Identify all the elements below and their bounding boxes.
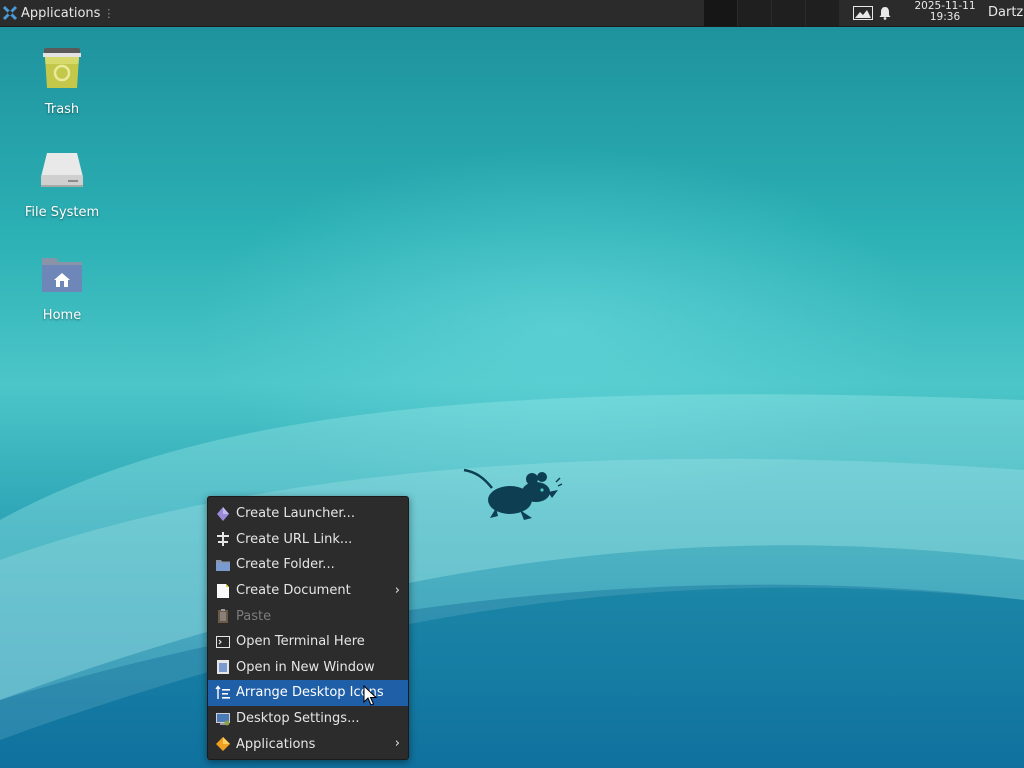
desktop[interactable]: Applications ⋮ 2025-11-11 19:36 Dartz Tr… (0, 0, 1024, 768)
top-panel: Applications ⋮ 2025-11-11 19:36 Dartz (0, 0, 1024, 27)
trash-icon (43, 48, 81, 88)
panel-clock[interactable]: 2025-11-11 19:36 (906, 1, 984, 23)
panel-grip-icon: ⋮ (103, 6, 115, 20)
menu-item-label: Desktop Settings... (236, 711, 360, 727)
menu-item-paste[interactable]: Paste (208, 603, 408, 629)
menu-item-label: Create Folder... (236, 557, 335, 573)
workspace-switcher[interactable] (704, 0, 840, 26)
menu-item-label: Create Launcher... (236, 506, 355, 522)
submenu-arrow-icon: › (394, 582, 400, 598)
user-menu[interactable]: Dartz (988, 0, 1023, 26)
desktop-icon-label: File System (24, 205, 100, 220)
menu-item-desktop-settings[interactable]: Desktop Settings... (208, 706, 408, 732)
desktop-icon-label: Trash (44, 102, 80, 117)
menu-item-label: Open Terminal Here (236, 634, 365, 650)
wallpaper-wave (0, 394, 1024, 768)
desktop-icon-home[interactable]: Home (12, 250, 112, 323)
workspace-2[interactable] (738, 0, 771, 26)
menu-item-create-document[interactable]: Create Document › (208, 578, 408, 604)
desktop-settings-icon (216, 712, 230, 726)
menu-item-create-url-link[interactable]: Create URL Link... (208, 527, 408, 553)
applications-icon (216, 737, 230, 752)
clock-time: 19:36 (929, 11, 961, 23)
menu-item-label: Applications (236, 736, 316, 752)
desktop-context-menu: Create Launcher... Create URL Link... Cr… (207, 496, 409, 760)
menu-item-create-launcher[interactable]: Create Launcher... (208, 501, 408, 527)
notification-bell-icon[interactable] (874, 0, 896, 26)
applications-menu-label: Applications (21, 5, 101, 21)
folder-icon (216, 559, 230, 571)
xfce-mouse-logo (463, 468, 563, 520)
arrange-icon (215, 685, 230, 699)
workspace-3[interactable] (772, 0, 805, 26)
workspace-4[interactable] (806, 0, 839, 26)
menu-item-label: Create Document (236, 583, 351, 599)
link-icon (217, 532, 229, 547)
menu-item-open-terminal-here[interactable]: Open Terminal Here (208, 629, 408, 655)
menu-item-open-in-new-window[interactable]: Open in New Window (208, 655, 408, 681)
menu-item-applications[interactable]: Applications › (208, 731, 408, 757)
launcher-icon (217, 506, 229, 521)
desktop-icon-file-system[interactable]: File System (12, 147, 112, 220)
paste-icon (218, 609, 228, 624)
menu-item-label: Open in New Window (236, 659, 375, 675)
menu-item-label: Create URL Link... (236, 531, 353, 547)
menu-item-label: Paste (236, 608, 272, 624)
xfce-logo-icon (2, 5, 18, 21)
desktop-icon-trash[interactable]: Trash (12, 44, 112, 117)
workspace-1[interactable] (704, 0, 737, 26)
document-icon (217, 583, 229, 598)
menu-item-label: Arrange Desktop Icons (236, 685, 384, 701)
applications-menu-button[interactable]: Applications ⋮ (0, 0, 118, 26)
window-icon (217, 660, 229, 675)
submenu-arrow-icon: › (394, 736, 400, 752)
menu-item-create-folder[interactable]: Create Folder... (208, 552, 408, 578)
network-icon[interactable] (852, 0, 874, 26)
system-tray (852, 0, 896, 26)
drive-icon (41, 153, 83, 187)
menu-item-arrange-desktop-icons[interactable]: Arrange Desktop Icons (208, 680, 408, 706)
desktop-icon-label: Home (42, 308, 82, 323)
terminal-icon (216, 635, 230, 648)
home-folder-icon (42, 258, 82, 292)
mouse-cursor-icon (363, 685, 377, 706)
